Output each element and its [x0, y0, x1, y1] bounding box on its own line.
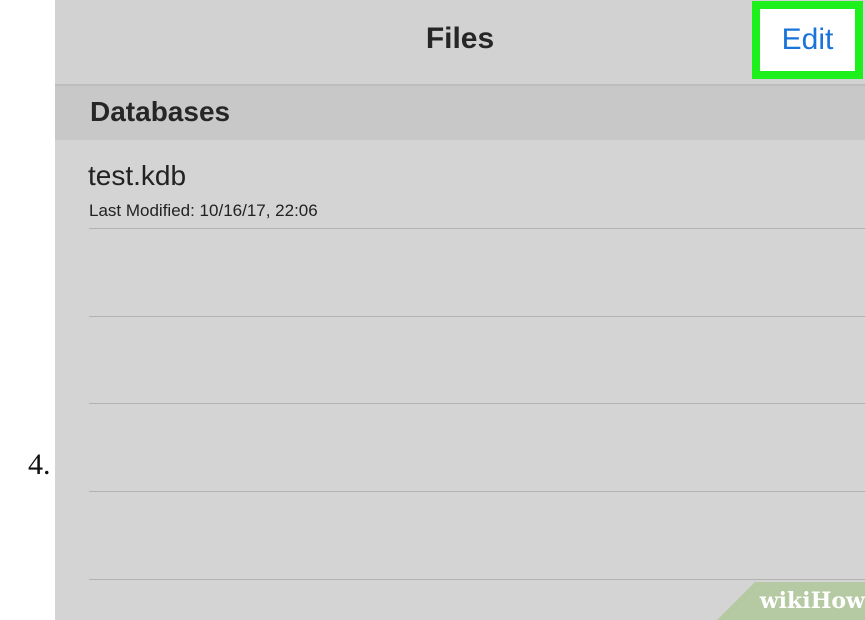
row-divider [89, 491, 865, 492]
wikihow-watermark: wikiHow [759, 588, 865, 614]
app-screen: Files Edit Databases test.kdb Last Modif… [55, 0, 865, 620]
file-row[interactable]: test.kdb Last Modified: 10/16/17, 22:06 [55, 140, 865, 228]
page-title: Files [425, 22, 495, 55]
navigation-bar: Files Edit [55, 0, 865, 86]
step-number: 4. [28, 448, 51, 481]
row-divider [89, 316, 865, 317]
section-header-databases: Databases [55, 86, 865, 140]
file-name: test.kdb [88, 160, 187, 191]
edit-button[interactable]: Edit [752, 1, 863, 79]
row-divider [89, 228, 865, 229]
file-last-modified: Last Modified: 10/16/17, 22:06 [89, 201, 318, 220]
row-divider [89, 403, 865, 404]
row-divider [89, 579, 865, 580]
section-label: Databases [90, 96, 231, 127]
